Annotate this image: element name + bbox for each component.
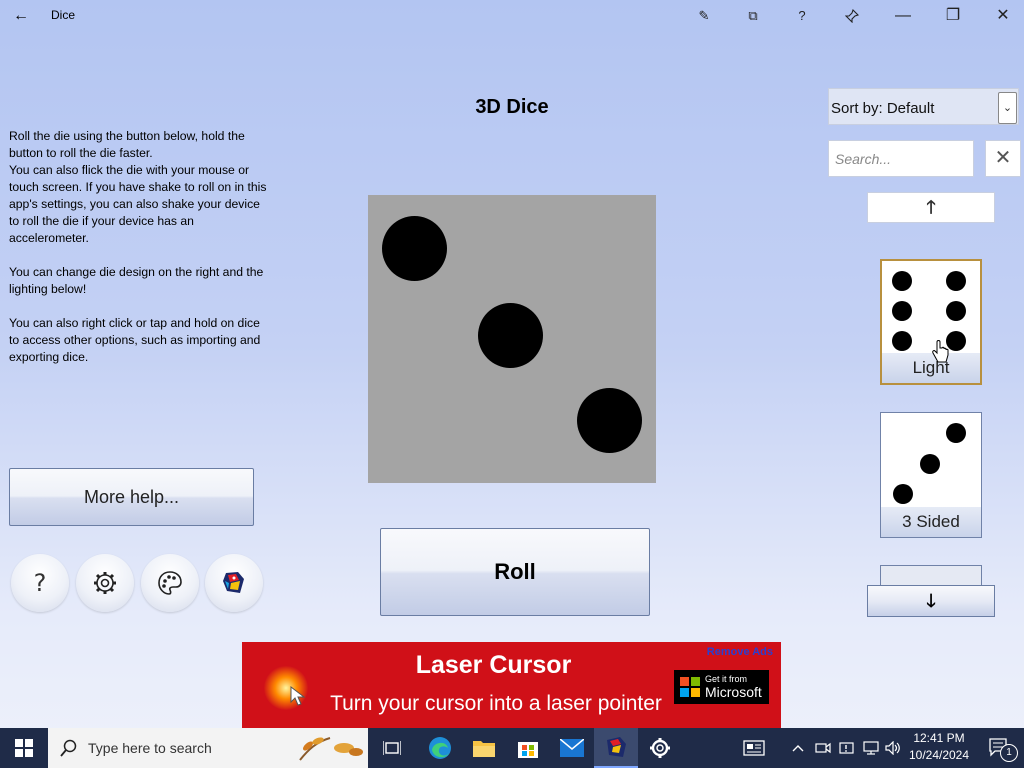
hand-cursor-icon [932,340,949,363]
roll-button[interactable]: Roll [380,528,650,616]
clock-date: 10/24/2024 [908,748,970,762]
pin-icon[interactable] [837,4,867,28]
store-badge-small-text: Get it from [705,674,748,684]
palette-icon [158,571,182,595]
settings-button[interactable] [76,554,134,612]
edit-icon[interactable]: ✎ [689,4,719,28]
die-pip [478,303,543,368]
instructions-paragraph: You can change die design on the right a… [9,265,264,296]
back-button[interactable]: ← [8,4,34,28]
title-bar: ← Dice ✎ ⧉ ? — ❐ ✕ [0,0,1024,32]
clock-time: 12:41 PM [913,731,965,745]
die-design-card-3-sided[interactable]: 3 Sided [880,412,982,538]
arrow-up-icon: 🡑 [926,197,936,218]
windows-logo-icon [680,677,700,697]
help-round-button[interactable]: ? [11,554,69,612]
compact-overlay-icon[interactable]: ⧉ [738,4,768,28]
die-pip [892,271,912,291]
news-widget-button[interactable] [736,728,772,768]
die-pip [946,423,966,443]
page-title: 3D Dice [475,96,549,118]
meet-icon[interactable] [812,728,834,768]
ad-title: Laser Cursor [415,651,572,679]
network-icon[interactable] [860,728,882,768]
card-label: 3 Sided [881,507,981,537]
question-icon: ? [33,569,47,597]
windows-start-icon [15,739,33,757]
die-design-card-light[interactable]: Light [880,259,982,385]
theme-button[interactable] [141,554,199,612]
edge-taskbar-button[interactable] [418,728,462,768]
gear-icon [94,572,116,594]
taskbar-search-box[interactable]: Type here to search [48,728,368,768]
ad-banner[interactable]: Laser Cursor Turn your cursor into a las… [242,642,781,728]
battery-warning-icon[interactable] [836,728,858,768]
folder-icon [473,741,495,757]
taskbar-clock[interactable]: 12:41 PM 10/24/2024 [904,730,974,764]
search-input[interactable] [828,140,974,177]
dice-app-icon [607,737,626,757]
scroll-down-button[interactable]: 🡓 [867,585,995,617]
instructions-text: Roll the die using the button below, hol… [9,128,271,383]
autumn-leaves-icon [299,737,363,761]
task-view-button[interactable] [372,728,412,768]
microsoft-store-badge[interactable]: Get it from Microsoft [674,670,769,704]
mail-icon [560,739,584,757]
volume-icon[interactable] [882,728,904,768]
file-explorer-button[interactable] [462,728,506,768]
store-badge-big-text: Microsoft [705,684,762,700]
window-title: Dice [51,8,76,22]
taskbar: Type here to search 12:41 PM 10/24/2024 … [0,728,1024,768]
start-button[interactable] [0,728,48,768]
edge-icon [429,737,451,759]
notification-center-button[interactable]: 1 [980,728,1020,768]
settings-gear-icon [650,738,670,758]
search-icon [60,739,77,757]
restore-button[interactable]: ❐ [929,0,977,32]
store-taskbar-button[interactable] [506,728,550,768]
notification-badge: 1 [1000,744,1018,762]
sort-dropdown[interactable]: Sort by: Default ⌄ [828,88,1019,125]
die-pip [920,454,940,474]
die-pip [577,388,642,453]
arrow-down-icon: 🡓 [926,591,936,612]
die-pip [892,301,912,321]
close-button[interactable]: ✕ [979,0,1024,32]
die-pip [382,216,447,281]
instructions-paragraph: Roll the die using the button below, hol… [9,129,267,245]
die-pip [892,331,912,351]
die-face[interactable] [368,195,656,483]
die-pip [893,484,913,504]
minimize-button[interactable]: — [879,0,927,32]
news-icon [743,740,765,756]
help-icon[interactable]: ? [787,4,817,28]
mail-taskbar-button[interactable] [550,728,594,768]
card-label: Light [882,353,980,383]
remove-ads-link[interactable]: Remove Ads [707,646,773,658]
dice-app-button[interactable] [205,554,263,612]
scroll-up-button[interactable]: 🡑 [867,192,995,223]
die-pip [946,301,966,321]
dice-taskbar-button[interactable] [594,728,638,768]
task-view-icon [383,741,401,755]
taskbar-search-placeholder: Type here to search [88,740,212,756]
sort-label: Sort by: Default [831,100,935,117]
die-pip [946,271,966,291]
chevron-down-icon[interactable]: ⌄ [998,92,1017,124]
instructions-paragraph: You can also right click or tap and hold… [9,316,261,364]
store-icon [518,742,538,758]
settings-taskbar-button[interactable] [638,728,682,768]
chevron-up-icon[interactable] [788,728,808,768]
colorful-dice-icon [223,572,244,593]
more-help-button[interactable]: More help... [9,468,254,526]
clear-search-button[interactable]: ✕ [985,140,1021,177]
die-design-card-partial[interactable] [880,565,982,585]
